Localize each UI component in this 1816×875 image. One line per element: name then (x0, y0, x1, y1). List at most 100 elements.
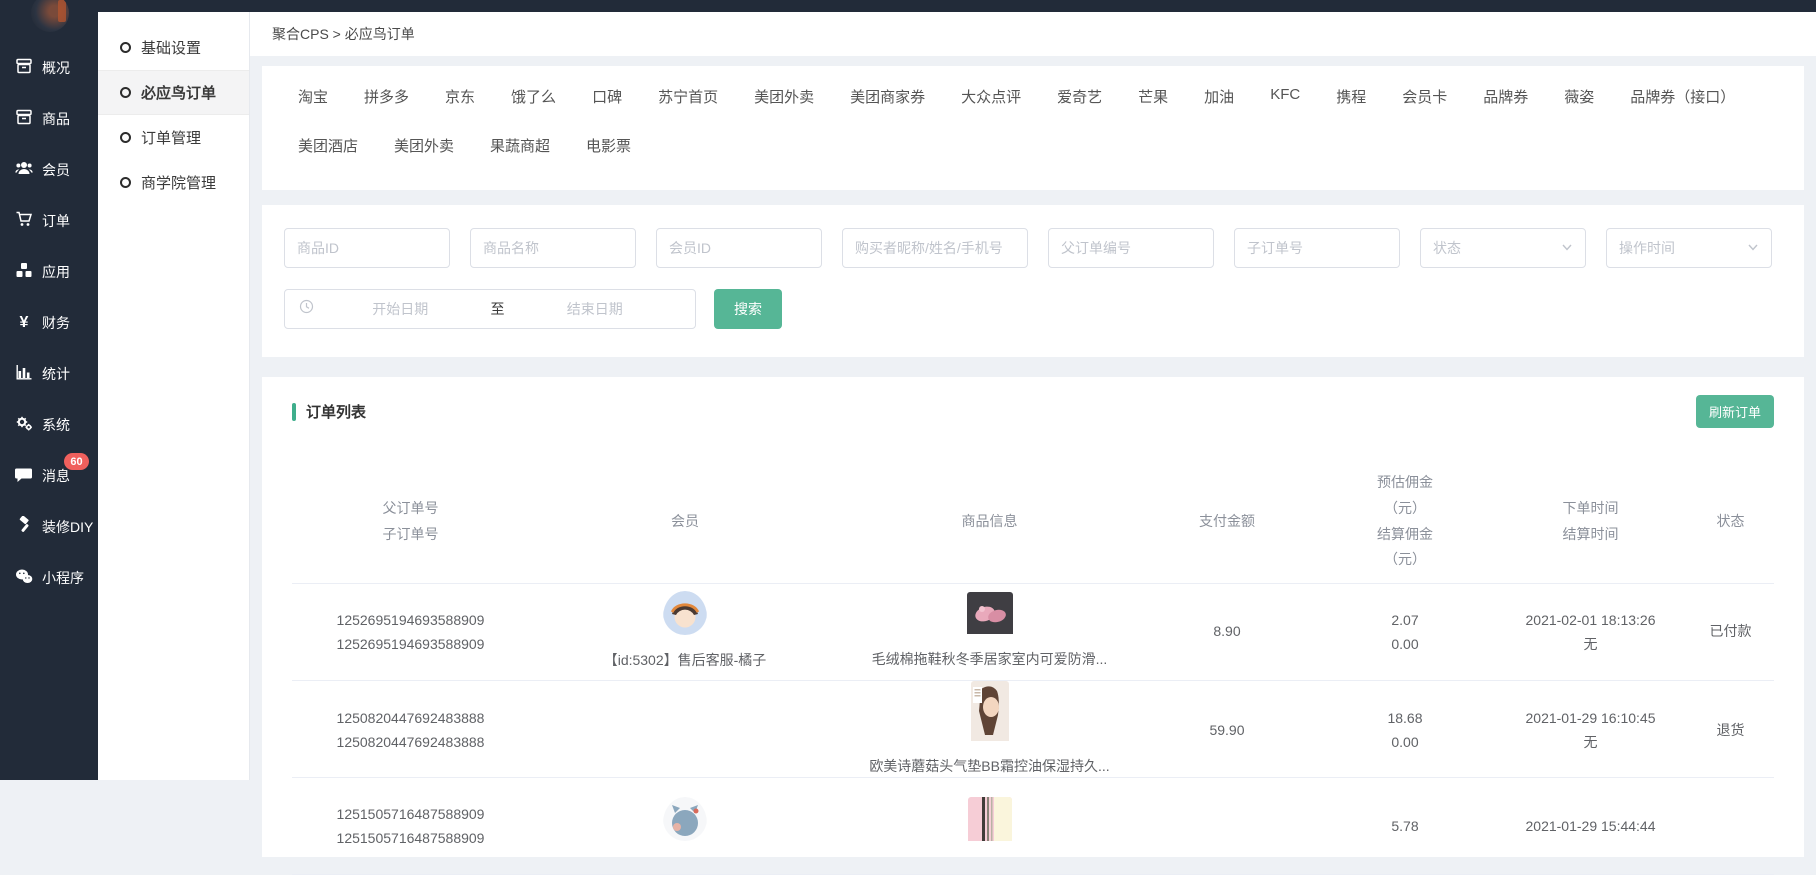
member-avatar (663, 797, 707, 849)
goods-id-input[interactable] (284, 228, 450, 268)
tab-koubei[interactable]: 口碑 (592, 86, 622, 107)
tab-dazhongdianping[interactable]: 大众点评 (961, 86, 1021, 107)
status-cell: 退货 (1687, 718, 1774, 743)
tab-mango[interactable]: 芒果 (1138, 86, 1168, 107)
messages-badge: 60 (64, 453, 89, 470)
tab-meituan-waimai[interactable]: 美团外卖 (754, 86, 814, 107)
tab-jiayou[interactable]: 加油 (1204, 86, 1234, 107)
date-range-picker[interactable]: 开始日期 至 结束日期 (284, 289, 696, 329)
pay-amount-cell: 8.90 (1138, 619, 1316, 644)
member-cell (529, 797, 841, 854)
table-row[interactable]: 1252695194693588909 1252695194693588909 … (292, 584, 1774, 681)
col-commission: 预估佣金（元） 结算佣金（元） (1316, 470, 1494, 574)
product-title: 毛绒棉拖鞋秋冬季居家室内可爱防滑... (872, 647, 1108, 672)
submenu-item-order-management[interactable]: 订单管理 (98, 115, 249, 160)
submenu-item-label: 必应鸟订单 (141, 82, 216, 103)
status-select[interactable]: 状态 (1420, 228, 1586, 268)
times-cell: 2021-01-29 16:10:45 无 (1494, 706, 1687, 755)
product-title: 欧美诗蘑菇头气垫BB霜控油保湿持久... (869, 754, 1109, 779)
finance-icon: ¥ (15, 314, 33, 332)
submenu-item-basic-settings[interactable]: 基础设置 (98, 25, 249, 70)
buyer-input[interactable] (842, 228, 1028, 268)
members-icon (15, 159, 33, 180)
parent-order-input[interactable] (1048, 228, 1214, 268)
sidebar-item-orders[interactable]: 订单 (0, 195, 98, 246)
tab-eleme[interactable]: 饿了么 (511, 86, 556, 107)
status-cell: 已付款 (1687, 619, 1774, 644)
tab-meituan-waimai-2[interactable]: 美团外卖 (394, 135, 454, 156)
date-separator: 至 (487, 299, 509, 319)
table-row[interactable]: 1251505716487588909 1251505716487588909 (292, 778, 1774, 875)
product-cell: 毛绒棉拖鞋秋冬季居家室内可爱防滑... (841, 592, 1138, 672)
refresh-orders-button[interactable]: 刷新订单 (1696, 395, 1774, 428)
sidebar-item-label: 统计 (42, 364, 70, 384)
tab-iqiyi[interactable]: 爱奇艺 (1057, 86, 1102, 107)
sidebar-item-miniprogram[interactable]: 小程序 (0, 552, 98, 603)
sidebar-item-finance[interactable]: ¥ 财务 (0, 297, 98, 348)
tab-pinduoduo[interactable]: 拼多多 (364, 86, 409, 107)
tab-weizi[interactable]: 薇姿 (1564, 86, 1594, 107)
tab-guoshu-shangchao[interactable]: 果蔬商超 (490, 135, 550, 156)
filter-card: 状态 操作时间 开始日期 至 结束日期 搜索 (262, 205, 1804, 357)
tab-meituan-shangjiaquan[interactable]: 美团商家券 (850, 86, 925, 107)
sidebar-item-system[interactable]: 系统 (0, 399, 98, 450)
search-button[interactable]: 搜索 (714, 289, 782, 329)
diy-icon (15, 516, 33, 537)
orders-icon (15, 210, 33, 231)
breadcrumb-text: 聚合CPS > 必应鸟订单 (272, 24, 415, 44)
sidebar-item-label: 会员 (42, 160, 70, 180)
top-bar (0, 0, 1816, 12)
submenu-item-biyingniao-orders[interactable]: 必应鸟订单 (98, 70, 249, 115)
tab-huiyuanka[interactable]: 会员卡 (1402, 86, 1447, 107)
tab-kfc[interactable]: KFC (1270, 86, 1300, 107)
col-member: 会员 (529, 509, 841, 535)
sidebar-item-label: 小程序 (42, 568, 84, 588)
tab-movie-tickets[interactable]: 电影票 (586, 135, 631, 156)
times-cell: 2021-02-01 18:13:26 无 (1494, 608, 1687, 657)
sidebar-item-stats[interactable]: 统计 (0, 348, 98, 399)
tab-pinpaiquan[interactable]: 品牌券 (1483, 86, 1528, 107)
order-list-card: 订单列表 刷新订单 父订单号子订单号 会员 商品信息 支付金额 预估佣金（元） … (262, 377, 1804, 857)
radio-circle-icon (120, 87, 131, 98)
submenu-item-academy-management[interactable]: 商学院管理 (98, 160, 249, 205)
tab-pinpaiquan-api[interactable]: 品牌券（接口） (1630, 86, 1735, 107)
commission-cell: 2.07 0.00 (1316, 608, 1494, 657)
status-select-value: 状态 (1433, 238, 1461, 258)
radio-circle-icon (120, 42, 131, 53)
main-sidebar: 概况 商品 会员 订单 应用 ¥ 财务 统计 系统 (0, 0, 98, 780)
submenu-item-label: 基础设置 (141, 37, 201, 58)
end-date-placeholder[interactable]: 结束日期 (509, 299, 682, 319)
sidebar-item-label: 商品 (42, 109, 70, 129)
tab-taobao[interactable]: 淘宝 (298, 86, 328, 107)
product-image (967, 592, 1013, 642)
sidebar-item-members[interactable]: 会员 (0, 144, 98, 195)
tab-meituan-hotel[interactable]: 美团酒店 (298, 135, 358, 156)
sidebar-item-label: 系统 (42, 415, 70, 435)
tab-jingdong[interactable]: 京东 (445, 86, 475, 107)
sidebar-item-apps[interactable]: 应用 (0, 246, 98, 297)
filter-inputs-row: 状态 操作时间 (284, 228, 1782, 268)
tab-suning[interactable]: 苏宁首页 (658, 86, 718, 107)
sidebar-item-label: 财务 (42, 313, 70, 333)
member-id-input[interactable] (656, 228, 822, 268)
user-avatar[interactable] (31, 0, 69, 32)
child-order-input[interactable] (1234, 228, 1400, 268)
sidebar-item-label: 装修DIY (42, 517, 93, 537)
table-row[interactable]: 1250820447692483888 1250820447692483888 … (292, 681, 1774, 778)
tab-xiecheng[interactable]: 携程 (1336, 86, 1366, 107)
operate-time-select[interactable]: 操作时间 (1606, 228, 1772, 268)
goods-name-input[interactable] (470, 228, 636, 268)
sidebar-item-messages[interactable]: 消息 60 (0, 450, 98, 501)
sidebar-item-overview[interactable]: 概况 (0, 42, 98, 93)
col-times: 下单时间结算时间 (1494, 496, 1687, 548)
platform-tabs-row-2: 美团酒店 美团外卖 果蔬商超 电影票 (298, 135, 1768, 156)
sidebar-item-diy[interactable]: 装修DIY (0, 501, 98, 552)
order-list-title-text: 订单列表 (306, 401, 366, 422)
member-name: 【id:5302】售后客服-橘子 (604, 648, 767, 673)
chevron-down-icon (1561, 240, 1573, 256)
product-image (968, 797, 1012, 849)
radio-circle-icon (120, 132, 131, 143)
start-date-placeholder[interactable]: 开始日期 (314, 299, 487, 319)
sidebar-item-goods[interactable]: 商品 (0, 93, 98, 144)
submenu-item-label: 订单管理 (141, 127, 201, 148)
